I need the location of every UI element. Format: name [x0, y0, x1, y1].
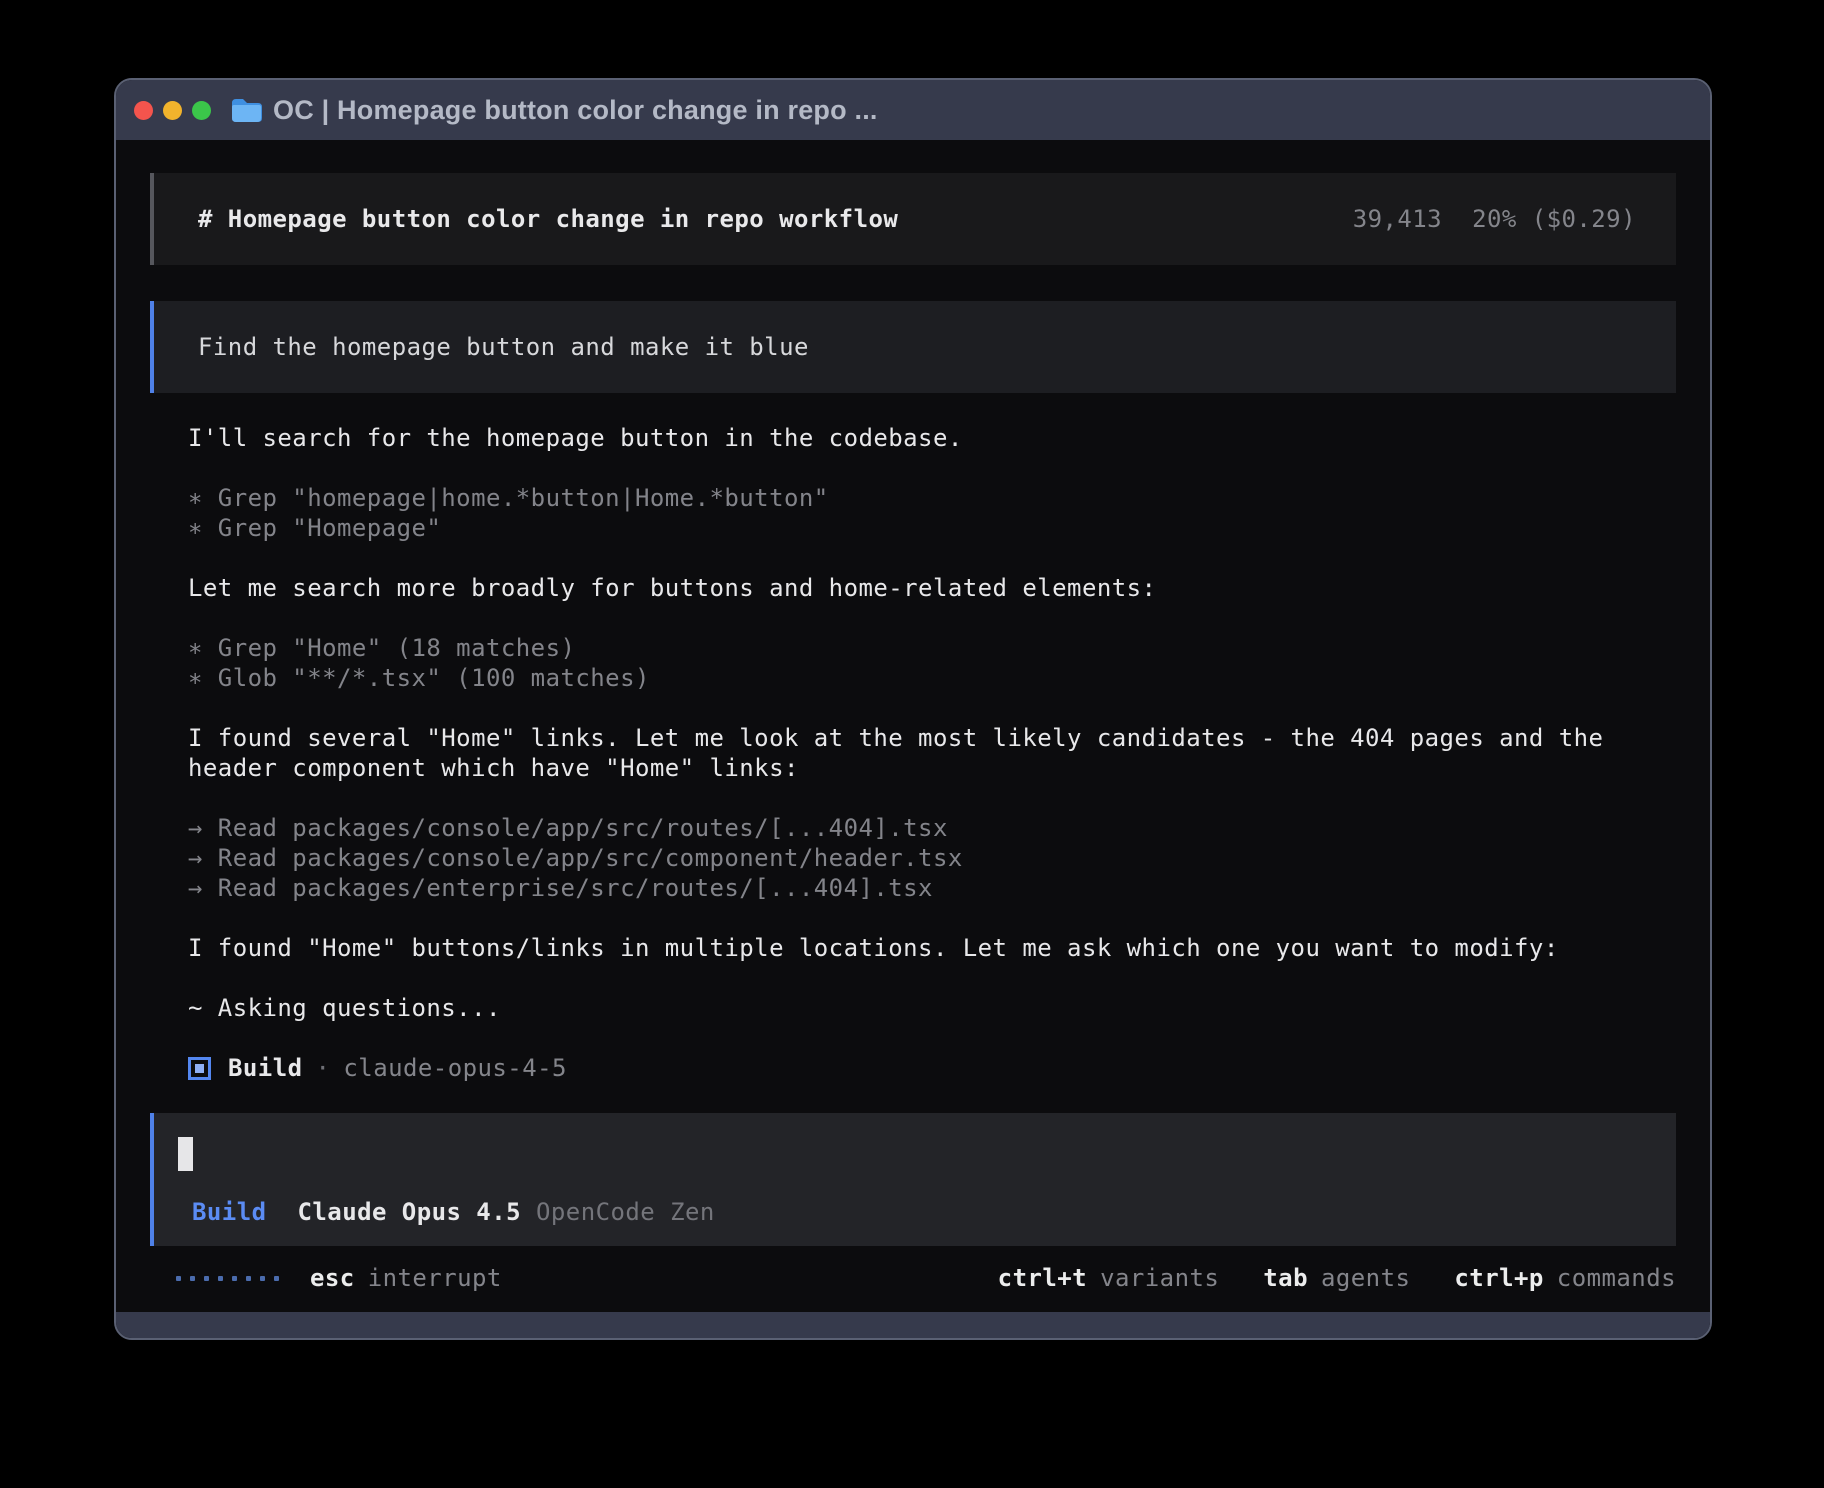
spinner-dot [190, 1276, 195, 1281]
session-header: # Homepage button color change in repo w… [150, 173, 1676, 265]
tool-call-line: ∗ Grep "homepage|home.*button|Home.*butt… [188, 483, 1676, 513]
editor-provider-label: OpenCode Zen [536, 1198, 715, 1226]
zoom-button[interactable] [192, 101, 211, 120]
interrupt-label: interrupt [368, 1264, 502, 1292]
terminal-window: OC | Homepage button color change in rep… [114, 78, 1712, 1340]
token-count: 39,413 [1353, 205, 1442, 233]
assistant-text-block: I found several "Home" links. Let me loo… [188, 723, 1676, 783]
folder-icon [231, 98, 262, 123]
commands-shortcut: ctrl+p commands [1454, 1264, 1676, 1292]
editor-footer: Build Claude Opus 4.5 OpenCode Zen [192, 1198, 1632, 1226]
tab-key-hint: tab [1263, 1264, 1308, 1292]
assistant-text-block: Let me search more broadly for buttons a… [188, 573, 1676, 603]
spinner-dot [260, 1276, 265, 1281]
agent-status-row: Build · claude-opus-4-5 [188, 1053, 1676, 1083]
variants-label: variants [1100, 1264, 1219, 1292]
assistant-text-block: I found "Home" buttons/links in multiple… [188, 933, 1676, 963]
window-bottom-chrome [116, 1312, 1710, 1338]
session-title: # Homepage button color change in repo w… [198, 205, 898, 233]
assistant-text-line: I'll search for the homepage button in t… [188, 423, 1676, 453]
agents-shortcut: tab agents [1263, 1264, 1410, 1292]
agent-separator: · [316, 1053, 331, 1083]
ctrl-p-key-hint: ctrl+p [1454, 1264, 1543, 1292]
esc-key-hint: esc [310, 1264, 355, 1292]
agent-model: claude-opus-4-5 [343, 1053, 567, 1083]
assistant-text-line: Let me search more broadly for buttons a… [188, 573, 1676, 603]
agent-name: Build [228, 1053, 303, 1083]
terminal-content: # Homepage button color change in repo w… [116, 140, 1710, 1312]
commands-label: commands [1557, 1264, 1676, 1292]
tool-call-block: ∗ Grep "Home" (18 matches)∗ Glob "**/*.t… [188, 633, 1676, 693]
editor-agent-label[interactable]: Build [192, 1198, 267, 1226]
assistant-text-line: I found several "Home" links. Let me loo… [188, 723, 1676, 783]
tool-call-line: ∗ Grep "Homepage" [188, 513, 1676, 543]
spinner-dot [232, 1276, 237, 1281]
context-cost: 20% ($0.29) [1472, 205, 1636, 233]
prompt-input[interactable]: Build Claude Opus 4.5 OpenCode Zen [150, 1113, 1676, 1246]
tool-call-block: → Read packages/console/app/src/routes/[… [188, 813, 1676, 903]
tool-call-line: ∗ Glob "**/*.tsx" (100 matches) [188, 663, 1676, 693]
status-bar-right: ctrl+t variants tab agents ctrl+p comman… [954, 1264, 1676, 1292]
tool-call-line: ∗ Grep "Home" (18 matches) [188, 633, 1676, 663]
assistant-text-block: ~ Asking questions... [188, 993, 1676, 1023]
agents-label: agents [1321, 1264, 1410, 1292]
user-message: Find the homepage button and make it blu… [150, 301, 1676, 393]
variants-shortcut: ctrl+t variants [998, 1264, 1220, 1292]
spinner-dot [176, 1276, 181, 1281]
tool-call-line: → Read packages/enterprise/src/routes/[.… [188, 873, 1676, 903]
tool-call-line: → Read packages/console/app/src/componen… [188, 843, 1676, 873]
assistant-text-line: I found "Home" buttons/links in multiple… [188, 933, 1676, 963]
session-stats: 39,413 20% ($0.29) [1353, 205, 1636, 233]
tool-call-line: → Read packages/console/app/src/routes/[… [188, 813, 1676, 843]
assistant-text-block: I'll search for the homepage button in t… [188, 423, 1676, 453]
spinner-dots [176, 1276, 279, 1281]
spinner-dot [204, 1276, 209, 1281]
spinner-dot [246, 1276, 251, 1281]
minimize-button[interactable] [163, 101, 182, 120]
agent-build-icon [188, 1057, 211, 1080]
user-message-text: Find the homepage button and make it blu… [198, 333, 809, 361]
tool-call-block: ∗ Grep "homepage|home.*button|Home.*butt… [188, 483, 1676, 543]
close-button[interactable] [134, 101, 153, 120]
text-cursor [178, 1137, 193, 1171]
assistant-text-line: ~ Asking questions... [188, 993, 1676, 1023]
window-title: OC | Homepage button color change in rep… [273, 95, 878, 126]
transcript: I'll search for the homepage button in t… [150, 423, 1676, 1083]
traffic-lights [134, 101, 211, 120]
spinner-dot [274, 1276, 279, 1281]
status-bar-left: esc interrupt [176, 1264, 502, 1292]
status-bar: esc interrupt ctrl+t variants tab agents… [150, 1264, 1676, 1292]
ctrl-t-key-hint: ctrl+t [998, 1264, 1087, 1292]
spinner-dot [218, 1276, 223, 1281]
editor-model-label[interactable]: Claude Opus 4.5 [298, 1198, 522, 1226]
title-bar[interactable]: OC | Homepage button color change in rep… [116, 80, 1710, 140]
